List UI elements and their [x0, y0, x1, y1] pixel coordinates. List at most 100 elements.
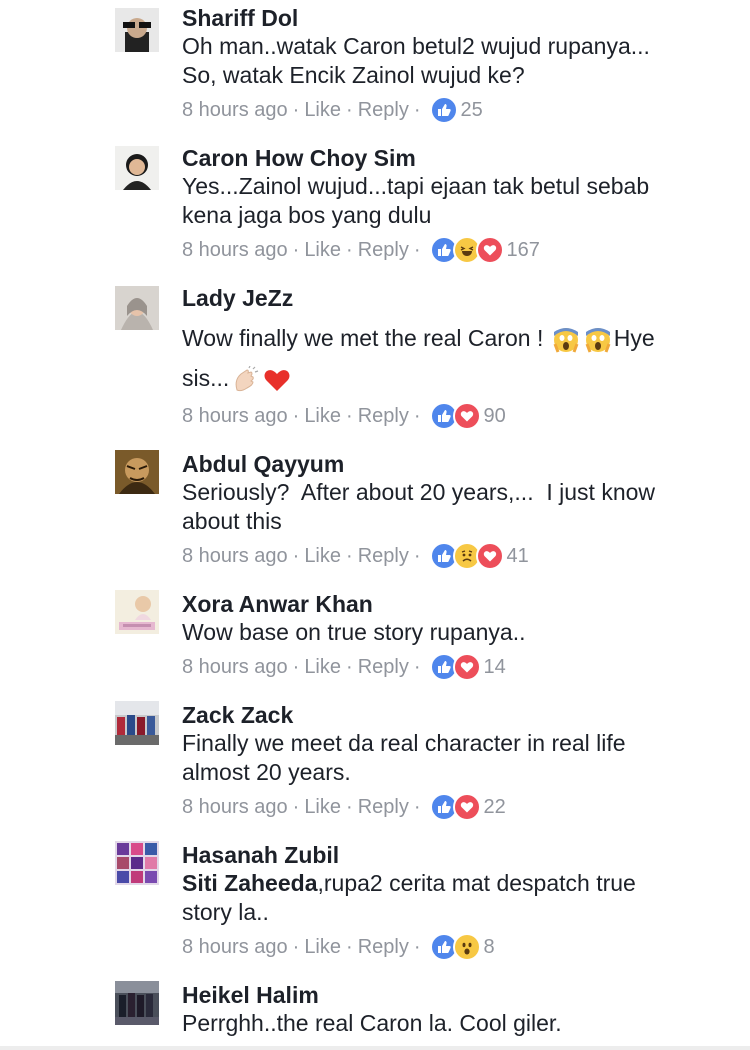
avatar[interactable]	[115, 450, 159, 494]
separator: ·	[346, 405, 353, 427]
clapping-hands-emoji-icon	[231, 365, 259, 394]
avatar[interactable]	[115, 146, 159, 190]
reaction-summary[interactable]	[429, 96, 458, 124]
comment-feed: Shariff Dol Oh man..watak Caron betul2 w…	[0, 0, 750, 1050]
avatar[interactable]	[115, 286, 159, 330]
timestamp[interactable]: 8 hours ago	[182, 237, 288, 263]
separator: ·	[413, 405, 421, 427]
separator: ·	[413, 796, 421, 818]
avatar[interactable]	[115, 841, 159, 885]
comment-text-part: sis...	[182, 365, 230, 391]
comment-text: Wow base on true story rupanya..	[182, 619, 526, 645]
avatar[interactable]	[115, 8, 159, 52]
commenter-name[interactable]: Zack Zack	[182, 701, 732, 729]
comment-text: So, watak Encik Zainol wujud ke?	[182, 62, 525, 88]
comment-text: Oh man..watak Caron betul2 wujud rupanya…	[182, 33, 650, 59]
comment-text: sis...	[182, 362, 732, 394]
reaction-count[interactable]: 22	[484, 794, 506, 820]
separator: ·	[346, 239, 353, 261]
separator: ·	[292, 545, 300, 567]
mention-link[interactable]: Siti Zaheeda	[182, 870, 317, 896]
commenter-name[interactable]: Lady JeZz	[182, 284, 732, 312]
commenter-name[interactable]: Xora Anwar Khan	[182, 590, 732, 618]
comment-text: Yes...Zainol wujud...tapi ejaan tak betu…	[182, 173, 650, 199]
comment-text: Finally we meet da real character in rea…	[182, 730, 626, 756]
like-reaction-icon	[429, 96, 458, 124]
reply-link[interactable]: Reply	[358, 237, 409, 263]
commenter-name[interactable]: Caron How Choy Sim	[182, 144, 732, 172]
comment-text-part: ,rupa2 cerita mat despatch true	[317, 870, 636, 896]
separator: ·	[292, 405, 300, 427]
like-link[interactable]: Like	[304, 794, 341, 820]
reaction-summary[interactable]	[429, 402, 481, 430]
comment-meta: 8 hours ago · Like · Reply · 22	[182, 793, 732, 821]
comment-text: Perrghh..the real Caron la. Cool giler.	[182, 1010, 562, 1036]
like-link[interactable]: Like	[304, 543, 341, 569]
reaction-summary[interactable]	[429, 793, 481, 821]
like-link[interactable]: Like	[304, 934, 341, 960]
wow-reaction-icon	[452, 933, 481, 961]
comment-meta: 8 hours ago · Like · Reply · 25	[182, 96, 732, 124]
like-link[interactable]: Like	[304, 97, 341, 123]
comment-meta: 8 hours ago · Like · Reply · 90	[182, 402, 732, 430]
timestamp[interactable]: 8 hours ago	[182, 934, 288, 960]
commenter-name[interactable]: Heikel Halim	[182, 981, 732, 1009]
reaction-summary[interactable]	[429, 933, 481, 961]
comment-text: kena jaga bos yang dulu	[182, 202, 432, 228]
separator: ·	[292, 936, 300, 958]
reaction-summary[interactable]	[429, 653, 481, 681]
love-reaction-icon	[475, 236, 504, 264]
timestamp[interactable]: 8 hours ago	[182, 403, 288, 429]
reply-link[interactable]: Reply	[358, 543, 409, 569]
reply-link[interactable]: Reply	[358, 97, 409, 123]
commenter-name[interactable]: Shariff Dol	[182, 4, 732, 32]
separator: ·	[292, 796, 300, 818]
like-link[interactable]: Like	[304, 237, 341, 263]
comment-text: Siti Zaheeda,rupa2 cerita mat despatch t…	[182, 869, 732, 898]
scream-emoji-icon	[584, 326, 612, 354]
reaction-summary[interactable]	[429, 542, 504, 570]
separator: ·	[346, 99, 353, 121]
reaction-count[interactable]: 41	[507, 543, 529, 569]
timestamp[interactable]: 8 hours ago	[182, 794, 288, 820]
reaction-count[interactable]: 14	[484, 654, 506, 680]
timestamp[interactable]: 8 hours ago	[182, 97, 288, 123]
like-link[interactable]: Like	[304, 403, 341, 429]
love-reaction-icon	[452, 793, 481, 821]
comment-text-part: Hye	[613, 325, 655, 351]
reply-link[interactable]: Reply	[358, 403, 409, 429]
avatar[interactable]	[115, 590, 159, 634]
separator: ·	[413, 99, 421, 121]
separator: ·	[413, 239, 421, 261]
timestamp[interactable]: 8 hours ago	[182, 543, 288, 569]
reply-link[interactable]: Reply	[358, 934, 409, 960]
separator: ·	[413, 656, 421, 678]
reaction-count[interactable]: 25	[461, 97, 483, 123]
timestamp[interactable]: 8 hours ago	[182, 654, 288, 680]
comment-meta: 8 hours ago · Like · Reply · 14	[182, 653, 732, 681]
reaction-summary[interactable]	[429, 236, 504, 264]
comment-text: Seriously? After about 20 years,... I ju…	[182, 479, 656, 505]
comment-text-part: Wow finally we met the real Caron !	[182, 325, 550, 351]
avatar[interactable]	[115, 981, 159, 1025]
commenter-name[interactable]: Abdul Qayyum	[182, 450, 732, 478]
reaction-count[interactable]: 167	[507, 237, 540, 263]
reply-link[interactable]: Reply	[358, 654, 409, 680]
separator: ·	[346, 796, 353, 818]
commenter-name[interactable]: Hasanah Zubil	[182, 841, 732, 869]
separator: ·	[346, 656, 353, 678]
like-link[interactable]: Like	[304, 654, 341, 680]
love-reaction-icon	[452, 653, 481, 681]
reaction-count[interactable]: 90	[484, 403, 506, 429]
reaction-count[interactable]: 8	[484, 934, 495, 960]
scream-emoji-icon	[552, 326, 580, 354]
comment-text: about this	[182, 508, 282, 534]
bottom-divider	[0, 1046, 750, 1050]
love-reaction-icon	[452, 402, 481, 430]
comment-text: Wow finally we met the real Caron ! Hye	[182, 322, 732, 354]
reply-link[interactable]: Reply	[358, 794, 409, 820]
avatar[interactable]	[115, 701, 159, 745]
comment-meta: 8 hours ago · Like · Reply · 167	[182, 236, 732, 264]
comment-meta: 8 hours ago · Like · Reply · 8	[182, 933, 732, 961]
separator: ·	[292, 239, 300, 261]
